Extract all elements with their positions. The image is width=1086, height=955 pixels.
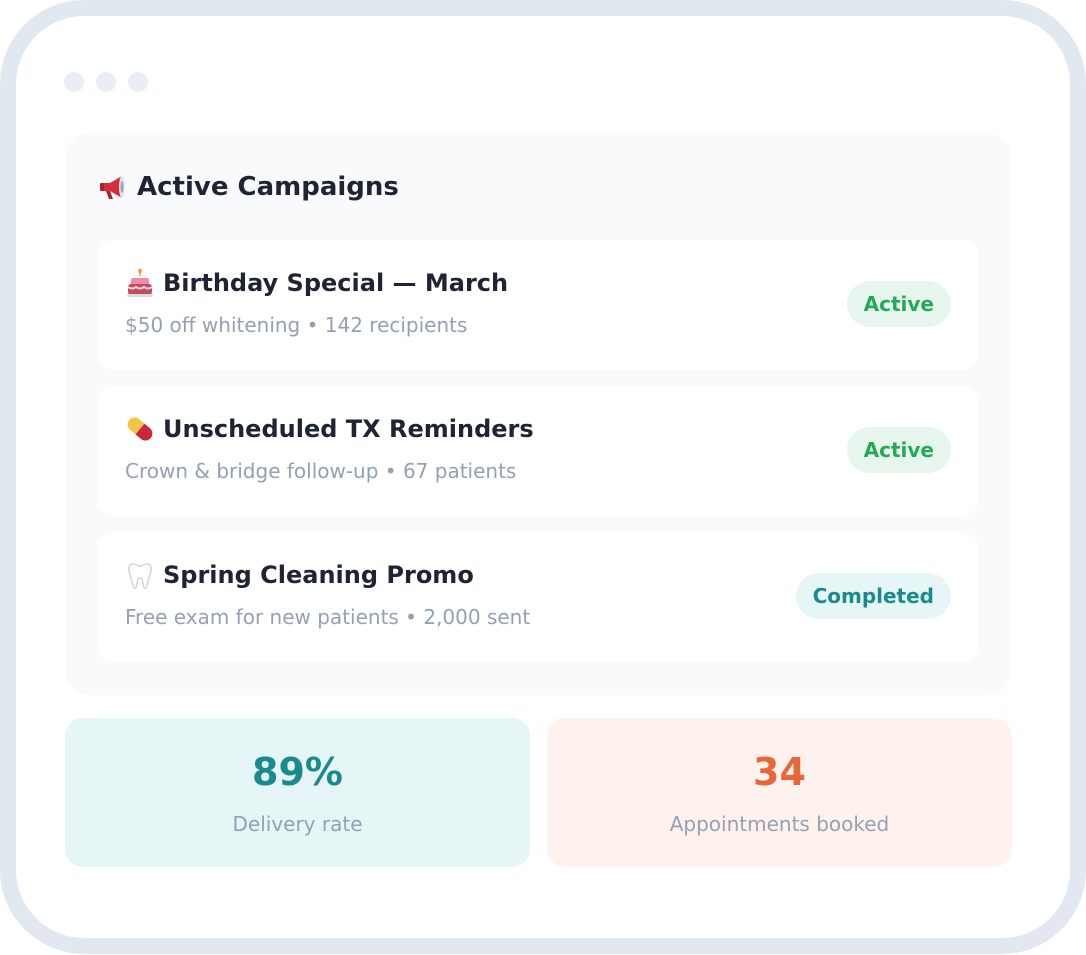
tooth-icon <box>128 563 152 589</box>
campaign-card-spring-cleaning-promo[interactable]: Spring Cleaning Promo Free exam for new … <box>97 532 979 662</box>
megaphone-icon <box>100 176 125 199</box>
stat-value: 34 <box>753 750 806 794</box>
stat-card-appointments-booked: 34 Appointments booked <box>547 718 1012 867</box>
window-dot <box>64 72 84 92</box>
status-badge: Active <box>846 281 951 327</box>
panel-title: Active Campaigns <box>97 171 399 203</box>
campaign-details: Free exam for new patients • 2,000 sent <box>125 605 531 629</box>
campaign-card-unscheduled-tx-reminders[interactable]: Unscheduled TX Reminders Crown & bridge … <box>97 386 979 516</box>
stat-label: Delivery rate <box>232 812 363 836</box>
campaign-card-birthday-special[interactable]: Birthday Special — March $50 off whiteni… <box>97 240 979 370</box>
stat-label: Appointments booked <box>669 812 890 836</box>
campaign-details: $50 off whitening • 142 recipients <box>125 313 468 337</box>
window-controls <box>64 72 160 92</box>
campaign-details: Crown & bridge follow-up • 67 patients <box>125 459 517 483</box>
campaign-name: Unscheduled TX Reminders <box>163 415 534 443</box>
status-badge: Active <box>846 427 951 473</box>
panel-title-text: Active Campaigns <box>137 172 399 202</box>
status-badge: Completed <box>795 573 951 619</box>
pill-icon <box>127 417 153 441</box>
birthday-cake-icon <box>127 268 153 297</box>
window-dot <box>96 72 116 92</box>
window-dot <box>128 72 148 92</box>
active-campaigns-panel: Active Campaigns Birthday Special — Marc… <box>65 133 1011 695</box>
campaign-name: Birthday Special — March <box>163 269 509 297</box>
stat-card-delivery-rate: 89% Delivery rate <box>65 718 530 867</box>
campaign-name: Spring Cleaning Promo <box>163 561 474 589</box>
stat-value: 89% <box>252 750 343 794</box>
